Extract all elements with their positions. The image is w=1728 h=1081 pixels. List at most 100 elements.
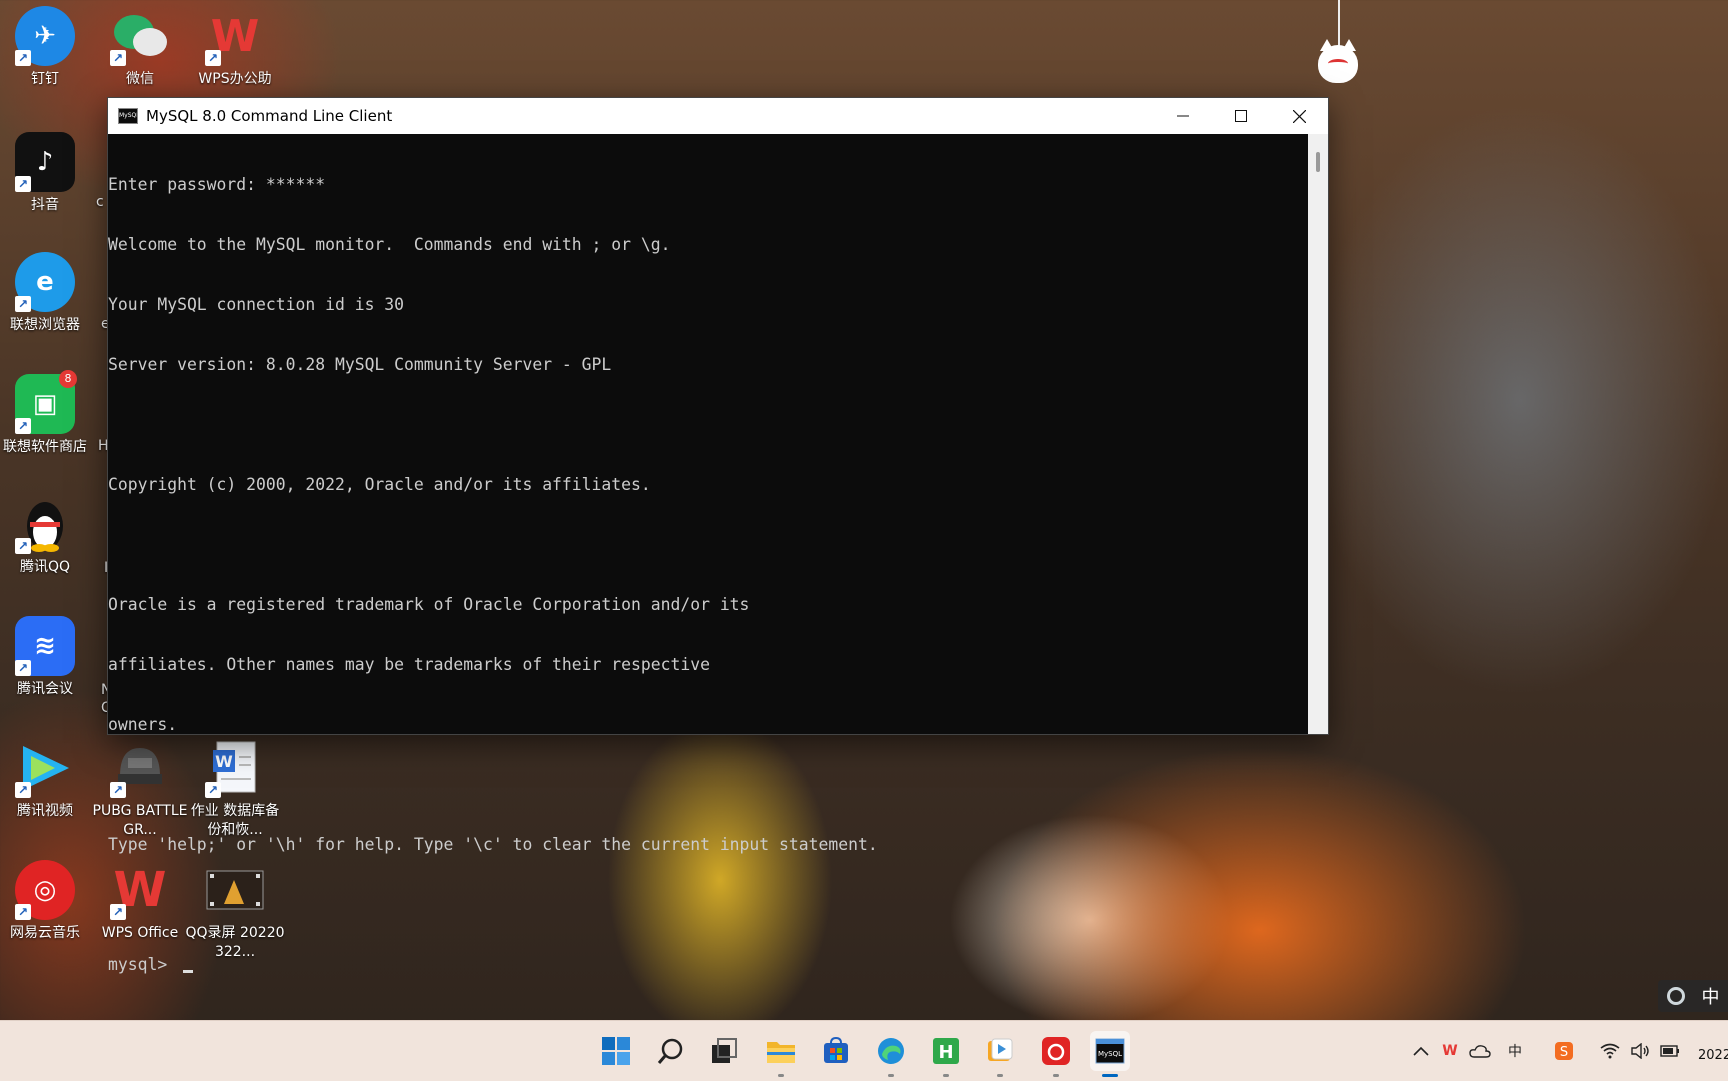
shopping-bag-icon: ▣ 8 ↗ <box>15 370 77 434</box>
scrollbar-thumb[interactable] <box>1316 152 1320 172</box>
close-button[interactable] <box>1270 98 1328 134</box>
desktop-icon-douyin[interactable]: ♪ ↗ 抖音 <box>0 132 90 215</box>
console-line: Welcome to the MySQL monitor. Commands e… <box>108 235 671 254</box>
console-line: Oracle is a registered trademark of Orac… <box>108 595 750 614</box>
ime-mode: 中 <box>1701 987 1720 1008</box>
desktop-icon-label: WPS办公助 <box>198 71 272 87</box>
cloud-tray-icon[interactable] <box>1468 1039 1492 1063</box>
text-cursor <box>183 970 194 973</box>
mysql-console-button[interactable]: MySQL <box>1090 1031 1130 1077</box>
start-button[interactable] <box>596 1031 636 1071</box>
media-player-icon <box>988 1038 1013 1061</box>
search-icon <box>657 1038 683 1064</box>
mysql-console-window[interactable]: MySQL MySQL 8.0 Command Line Client Ente… <box>107 97 1329 974</box>
svg-text:MySQL: MySQL <box>1098 1050 1122 1058</box>
taskbar-clock[interactable]: 2022 <box>1698 1048 1728 1063</box>
volume-icon[interactable] <box>1628 1039 1652 1063</box>
netease-music-icon <box>1042 1037 1070 1065</box>
qq-penguin-icon: ↗ <box>15 494 75 554</box>
wechat-icon: ↗ <box>110 6 170 66</box>
mysql-app-icon[interactable]: MySQL <box>118 108 138 124</box>
partial-label: c <box>96 194 104 210</box>
console-line: affiliates. Other names may be trademark… <box>108 655 710 674</box>
wps-cloud-icon: W ↗ <box>205 6 265 66</box>
file-explorer-button[interactable] <box>761 1031 801 1077</box>
hbuilder-button[interactable]: H <box>926 1031 966 1077</box>
desktop-icon-wps-assistant[interactable]: W ↗ WPS办公助 <box>190 6 280 89</box>
desktop-icon-qq[interactable]: ↗ 腾讯QQ <box>0 494 90 577</box>
desktop-icon-label: 联想浏览器 <box>10 317 80 333</box>
console-line: Your MySQL connection id is 30 <box>108 295 405 314</box>
netease-music-icon: ◎ ↗ <box>15 860 75 920</box>
tencent-video-icon: ↗ <box>15 738 75 798</box>
ime-indicator[interactable]: 中 <box>1658 980 1728 1012</box>
svg-text:H: H <box>938 1042 953 1063</box>
netease-music-button[interactable] <box>1036 1031 1076 1077</box>
console-line: owners. <box>108 715 178 734</box>
console-line: Enter password: ****** <box>108 175 326 194</box>
cloud-icon <box>1469 1045 1491 1058</box>
console-line: Server version: 8.0.28 MySQL Community S… <box>108 355 612 374</box>
chevron-up-icon <box>1413 1046 1429 1056</box>
desktop-icon-label: 腾讯视频 <box>17 803 73 819</box>
show-hidden-icons-button[interactable] <box>1410 1039 1432 1063</box>
desktop-icon-label: 腾讯会议 <box>17 681 73 697</box>
vertical-scrollbar[interactable] <box>1308 134 1328 734</box>
desktop-icon-label: 钉钉 <box>31 71 59 87</box>
window-title: MySQL 8.0 Command Line Client <box>146 107 393 125</box>
hanging-string <box>1338 0 1340 50</box>
svg-text:S: S <box>1560 1045 1568 1060</box>
desktop-icon-netease-music[interactable]: ◎ ↗ 网易云音乐 <box>0 860 90 943</box>
maximize-button[interactable] <box>1212 98 1270 134</box>
dingtalk-icon: ✈ ↗ <box>15 6 75 66</box>
maximize-icon <box>1235 110 1247 122</box>
ime-ring-icon <box>1666 987 1685 1005</box>
desktop-icon-tencent-meeting[interactable]: ≋ ↗ 腾讯会议 <box>0 616 90 699</box>
ime-tray-indicator[interactable]: 中 <box>1503 1039 1527 1063</box>
console-icon: MySQL <box>1095 1038 1125 1064</box>
console-prompt-line[interactable]: mysql> <box>108 955 1308 975</box>
edge-icon <box>878 1038 904 1064</box>
window-controls <box>1154 98 1328 134</box>
douyin-icon: ♪ ↗ <box>15 132 75 192</box>
desktop-icon-label: 微信 <box>126 71 154 87</box>
desktop-icon-label: 抖音 <box>31 197 59 213</box>
battery-icon[interactable] <box>1658 1039 1682 1063</box>
taskbar: H MySQL W 中 S <box>0 1020 1728 1081</box>
store-icon <box>824 1037 848 1063</box>
desktop-icon-lenovo-store[interactable]: ▣ 8 ↗ 联想软件商店 <box>0 370 90 457</box>
wifi-icon[interactable] <box>1598 1039 1622 1063</box>
desktop-icon-wechat[interactable]: ↗ 微信 <box>95 6 185 89</box>
folder-icon <box>767 1042 795 1063</box>
desktop-icon-label: 腾讯QQ <box>19 559 71 575</box>
task-view-button[interactable] <box>704 1031 744 1071</box>
lenovo-browser-icon: e ↗ <box>15 252 75 312</box>
desktop-icon-dingtalk[interactable]: ✈ ↗ 钉钉 <box>0 6 90 89</box>
minimize-button[interactable] <box>1154 98 1212 134</box>
sogou-input-icon[interactable]: S <box>1552 1039 1576 1063</box>
notification-badge: 8 <box>59 370 77 388</box>
store-button[interactable] <box>816 1031 856 1071</box>
cat-ornament <box>1318 39 1358 83</box>
search-button[interactable] <box>651 1031 691 1071</box>
task-view-icon <box>712 1038 737 1063</box>
wps-tray-icon[interactable]: W <box>1438 1039 1462 1063</box>
console-line: Copyright (c) 2000, 2022, Oracle and/or … <box>108 475 651 494</box>
hbuilder-icon: H <box>933 1038 959 1064</box>
mysql-prompt: mysql> <box>108 955 178 974</box>
windows-logo-icon <box>602 1037 630 1065</box>
window-titlebar[interactable]: MySQL MySQL 8.0 Command Line Client <box>108 98 1328 134</box>
desktop-icon-label: 联想软件商店 <box>3 439 87 455</box>
desktop-icon-lenovo-browser[interactable]: e ↗ 联想浏览器 <box>0 252 90 335</box>
console-line: Type 'help;' or '\h' for help. Type '\c'… <box>108 835 878 854</box>
console-output[interactable]: Enter password: ****** Welcome to the My… <box>108 134 1308 974</box>
close-icon <box>1292 109 1306 123</box>
tencent-meeting-icon: ≋ ↗ <box>15 616 75 676</box>
edge-button[interactable] <box>871 1031 911 1077</box>
desktop-icon-tencent-video[interactable]: ↗ 腾讯视频 <box>0 738 90 821</box>
media-player-button[interactable] <box>980 1031 1020 1077</box>
